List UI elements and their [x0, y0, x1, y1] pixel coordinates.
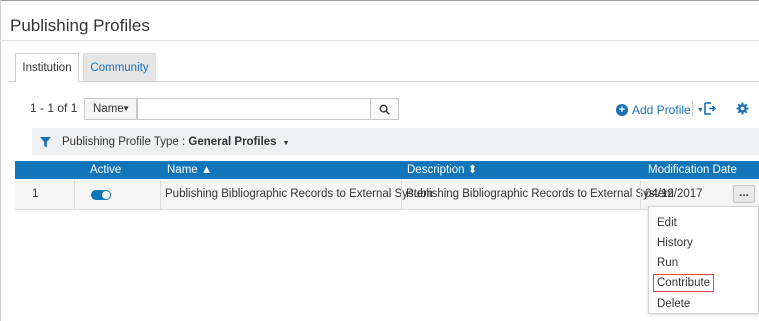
export-button[interactable] — [703, 102, 717, 120]
column-divider — [401, 180, 402, 209]
window-top-border — [0, 0, 759, 1]
row-modification-date: 04/12/2017 — [645, 188, 703, 200]
filter-profile-type[interactable]: Publishing Profile Type : General Profil… — [62, 136, 290, 148]
tabs-divider — [8, 81, 759, 82]
row-description: Publishing Bibliographic Records to Exte… — [406, 188, 674, 200]
add-profile-button[interactable]: + Add Profile ▼ — [616, 103, 704, 117]
column-divider — [640, 180, 641, 209]
tab-institution[interactable]: Institution — [15, 53, 79, 82]
add-profile-label: Add Profile — [632, 103, 691, 117]
export-icon — [704, 102, 717, 115]
gear-icon — [736, 102, 749, 115]
menu-item-history[interactable]: History — [657, 237, 693, 249]
row-index: 1 — [32, 188, 39, 200]
search-field-select[interactable]: Name ▼ — [84, 98, 137, 120]
window-left-border — [0, 0, 1, 321]
toolbar-divider — [692, 101, 693, 117]
menu-item-edit[interactable]: Edit — [657, 217, 677, 229]
column-header-description[interactable]: Description ⬍ — [407, 161, 477, 179]
row-actions-button[interactable]: ... — [733, 185, 755, 203]
chevron-down-icon: ▼ — [122, 104, 130, 113]
column-header-name[interactable]: Name ▲ — [167, 161, 212, 179]
toggle-knob — [102, 191, 110, 199]
row-name: Publishing Bibliographic Records to Exte… — [165, 188, 433, 200]
search-field-select-value: Name — [93, 103, 124, 115]
column-header-modification-date[interactable]: Modification Date — [648, 161, 737, 179]
column-divider — [160, 180, 161, 209]
active-toggle[interactable] — [91, 190, 111, 200]
plus-circle-icon: + — [616, 104, 628, 116]
row-actions-menu: Edit History Run Contribute Delete — [648, 206, 759, 314]
settings-button[interactable] — [736, 102, 749, 120]
search-input[interactable] — [137, 98, 371, 120]
title-divider — [0, 40, 759, 41]
search-button[interactable] — [371, 98, 399, 120]
filter-icon — [40, 137, 51, 148]
results-count: 1 - 1 of 1 — [30, 101, 78, 115]
column-header-active[interactable]: Active — [90, 161, 121, 179]
filter-label: Publishing Profile Type : — [62, 136, 189, 148]
menu-item-run[interactable]: Run — [657, 257, 678, 269]
search-icon — [379, 104, 390, 115]
column-divider — [74, 180, 75, 209]
menu-item-delete[interactable]: Delete — [657, 298, 690, 310]
table-header: Active Name ▲ Description ⬍ Modification… — [15, 161, 759, 179]
page-title: Publishing Profiles — [10, 16, 150, 35]
chevron-down-icon: ▼ — [282, 140, 290, 147]
menu-item-contribute[interactable]: Contribute — [653, 274, 715, 292]
filter-button[interactable] — [40, 135, 51, 153]
tab-community[interactable]: Community — [83, 53, 156, 81]
filter-value: General Profiles — [188, 136, 277, 148]
